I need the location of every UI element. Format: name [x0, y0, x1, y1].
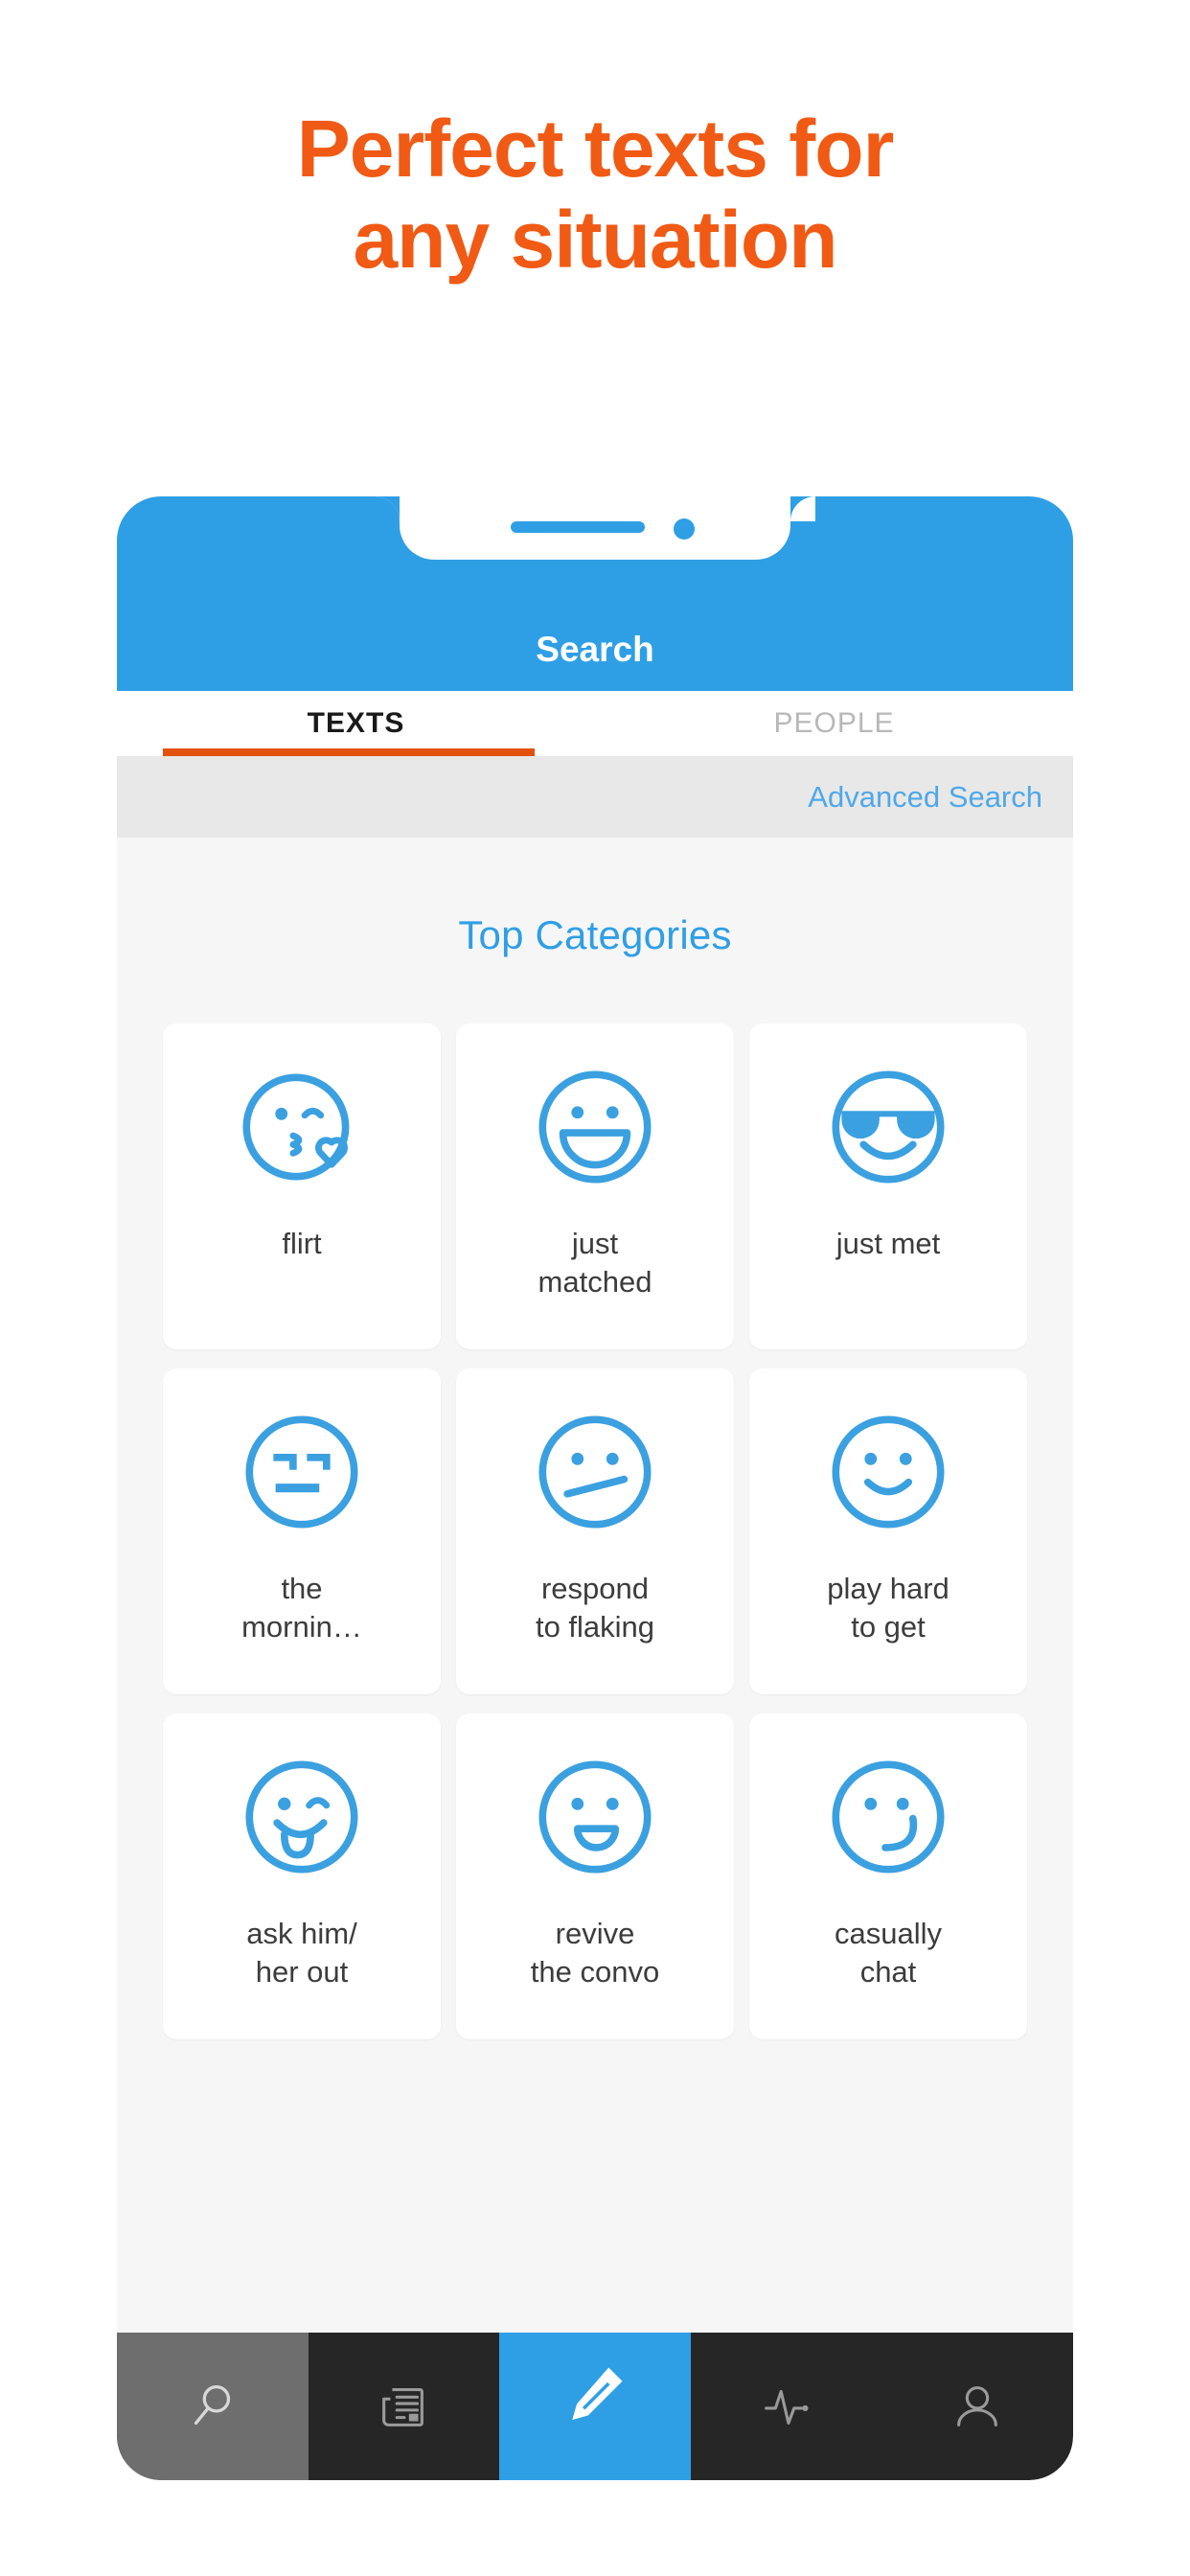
- bottom-nav-activity[interactable]: [691, 2333, 882, 2480]
- category-card-ask-out[interactable]: ask him/ her out: [163, 1714, 441, 2039]
- category-label: casually chat: [835, 1917, 942, 1989]
- bottom-nav-profile[interactable]: [881, 2333, 1073, 2480]
- tab-people[interactable]: PEOPLE: [595, 691, 1073, 756]
- bottom-navigation-bar: [117, 2333, 1073, 2480]
- category-label: revive the convo: [530, 1917, 660, 1989]
- tab-people-label: PEOPLE: [773, 707, 895, 739]
- magnifier-icon: [194, 2385, 230, 2426]
- category-label: ask him/ her out: [246, 1917, 357, 1989]
- content-area: Top Categories flirt just matched just m…: [117, 838, 1073, 2336]
- person-icon: [957, 2386, 998, 2426]
- slight-smile-face-icon: [832, 1415, 945, 1529]
- category-label: the mornin…: [241, 1572, 362, 1644]
- winking-tongue-out-face-icon: [245, 1760, 358, 1874]
- speaker-grill-icon: [511, 521, 645, 533]
- promo-headline: Perfect texts for any situation: [0, 104, 1190, 286]
- phone-mockup: Search TEXTS PEOPLE Advanced Search Top …: [117, 496, 1073, 2480]
- device-notch: [375, 496, 815, 560]
- bottom-nav-search[interactable]: [117, 2333, 309, 2480]
- category-card-just-met[interactable]: just met: [749, 1024, 1027, 1349]
- advanced-search-link[interactable]: Advanced Search: [808, 780, 1042, 815]
- advanced-search-bar: Advanced Search: [117, 756, 1073, 838]
- category-label: respond to flaking: [535, 1572, 655, 1644]
- section-title-top-categories: Top Categories: [458, 912, 732, 957]
- promo-headline-line-1: Perfect texts for: [296, 104, 895, 194]
- sunglasses-cool-face-icon: [832, 1070, 945, 1184]
- expressionless-flat-face-icon: [245, 1415, 358, 1529]
- notch-corner-right: [790, 496, 815, 521]
- category-label: play hard to get: [827, 1572, 950, 1644]
- front-camera-icon: [674, 518, 695, 540]
- category-card-play-hard-to-get[interactable]: play hard to get: [749, 1368, 1027, 1694]
- tab-texts-label: TEXTS: [307, 707, 405, 739]
- category-card-the-morning[interactable]: the mornin…: [163, 1368, 441, 1694]
- segmented-tabs: TEXTS PEOPLE: [117, 691, 1073, 756]
- page-title: Search: [536, 630, 654, 669]
- category-card-just-matched[interactable]: just matched: [456, 1024, 734, 1349]
- grinning-open-smile-face-icon: [538, 1070, 652, 1184]
- bottom-nav-compose[interactable]: [499, 2333, 691, 2480]
- category-card-respond-to-flaking[interactable]: respond to flaking: [456, 1368, 734, 1694]
- kissing-wink-heart-face-icon: [242, 1073, 350, 1181]
- tab-active-indicator: [163, 748, 535, 756]
- notch-corner-left: [375, 496, 400, 521]
- open-mouth-smile-face-icon: [538, 1760, 652, 1874]
- category-card-revive-the-convo[interactable]: revive the convo: [456, 1714, 734, 2039]
- newspaper-icon: [382, 2388, 424, 2426]
- smirking-face-icon: [832, 1760, 945, 1874]
- category-label: just met: [835, 1227, 941, 1260]
- bottom-nav-feed[interactable]: [309, 2333, 500, 2480]
- category-label: just matched: [538, 1227, 652, 1299]
- category-grid: flirt just matched just met the mornin… …: [117, 1024, 1073, 2039]
- category-label: flirt: [282, 1227, 322, 1260]
- pencil-icon: [572, 2367, 623, 2421]
- pulse-icon: [764, 2389, 809, 2425]
- category-card-flirt[interactable]: flirt: [163, 1024, 441, 1349]
- tab-texts[interactable]: TEXTS: [117, 691, 595, 756]
- category-card-casually-chat[interactable]: casually chat: [749, 1714, 1027, 2039]
- app-header: Search: [117, 496, 1073, 691]
- promo-headline-line-2: any situation: [353, 194, 837, 285]
- skeptical-slanted-mouth-face-icon: [538, 1415, 652, 1529]
